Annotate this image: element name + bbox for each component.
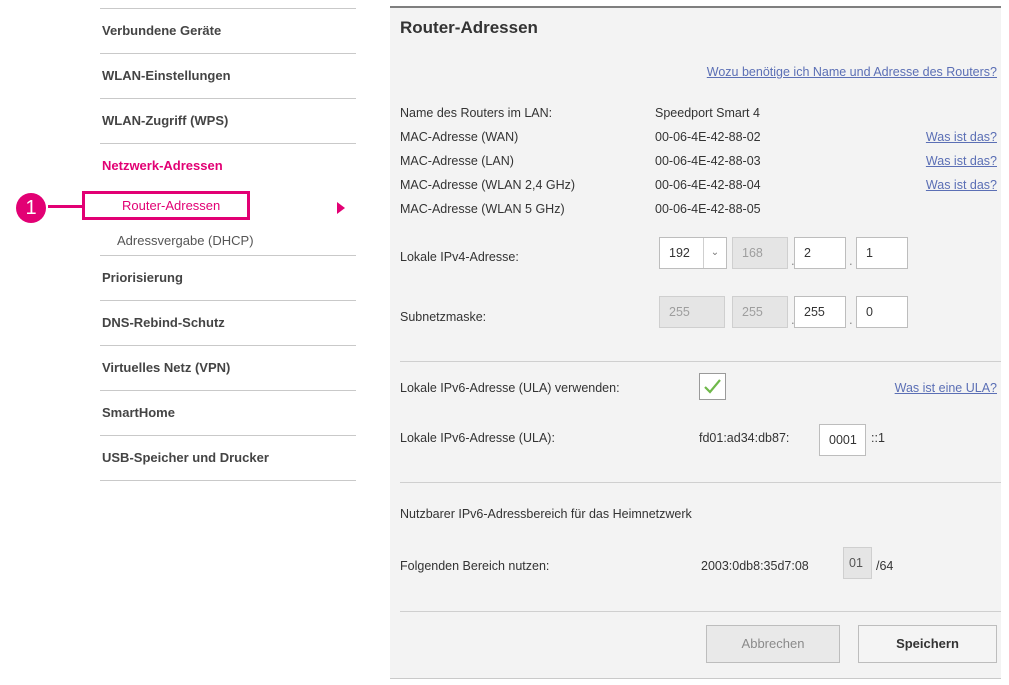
checkmark-icon xyxy=(704,379,721,394)
what-is-link-lan[interactable]: Was ist das? xyxy=(926,154,997,168)
sidebar-item-dns-rebind-schutz[interactable]: DNS-Rebind-Schutz xyxy=(100,300,356,345)
mac-wan-value: 00-06-4E-42-88-02 xyxy=(655,130,761,144)
what-is-link-wlan24[interactable]: Was ist das? xyxy=(926,178,997,192)
ipv4-octet-4-input[interactable]: 1 xyxy=(856,237,908,269)
ula-use-label: Lokale IPv6-Adresse (ULA) verwenden: xyxy=(400,381,620,395)
section-divider xyxy=(400,611,1001,612)
sidebar-subitem-router-adressen[interactable]: Router-Adressen xyxy=(116,195,220,217)
ipv4-octet-2-input: 168 xyxy=(732,237,788,269)
ipv6-range-heading: Nutzbarer IPv6-Adressbereich für das Hei… xyxy=(400,507,692,521)
sidebar-item-netzwerk-adressen[interactable]: Netzwerk-Adressen xyxy=(102,144,223,188)
what-is-ula-link[interactable]: Was ist eine ULA? xyxy=(895,381,997,395)
page-title: Router-Adressen xyxy=(400,18,538,37)
callout-connector xyxy=(48,205,82,208)
panel-bottom-rule xyxy=(390,678,1001,679)
range-suffix-text: /64 xyxy=(876,559,894,573)
range-prefix-text: 2003:0db8:35d7:08 xyxy=(701,559,809,573)
sidebar-item-vpn[interactable]: Virtuelles Netz (VPN) xyxy=(100,345,356,390)
ip-separator: . xyxy=(849,312,853,327)
mac-wlan5-label: MAC-Adresse (WLAN 5 GHz) xyxy=(400,202,565,216)
mac-wlan24-label: MAC-Adresse (WLAN 2,4 GHz) xyxy=(400,178,576,192)
ula-suffix-text: ::1 xyxy=(871,431,885,445)
ula-address-label: Lokale IPv6-Adresse (ULA): xyxy=(400,431,555,445)
subnet-label: Subnetzmaske: xyxy=(400,310,487,324)
mac-wlan5-value: 00-06-4E-42-88-05 xyxy=(655,202,761,216)
sidebar-item-smarthome[interactable]: SmartHome xyxy=(100,390,356,435)
mac-wlan24-value: 00-06-4E-42-88-04 xyxy=(655,178,761,192)
subnet-octet-2-input: 255 xyxy=(732,296,788,328)
ula-use-checkbox[interactable] xyxy=(699,373,726,400)
subnet-octet-1-input: 255 xyxy=(659,296,725,328)
ipv4-octet-3-input[interactable]: 2 xyxy=(794,237,846,269)
callout-number-badge: 1 xyxy=(16,193,46,223)
mac-wan-label: MAC-Adresse (WAN) xyxy=(400,130,519,144)
sidebar-item-usb-speicher[interactable]: USB-Speicher und Drucker xyxy=(100,435,356,481)
sidebar-subitem-dhcp[interactable]: Adressvergabe (DHCP) xyxy=(117,230,254,252)
panel-top-rule xyxy=(390,6,1001,8)
active-arrow-icon xyxy=(337,202,345,214)
sidebar-item-priorisierung[interactable]: Priorisierung xyxy=(100,255,356,300)
ula-subnet-input[interactable]: 0001 xyxy=(819,424,866,456)
what-is-link-wan[interactable]: Was ist das? xyxy=(926,130,997,144)
subnet-octet-3-input[interactable]: 255 xyxy=(794,296,846,328)
ipv4-label: Lokale IPv4-Adresse: xyxy=(400,250,519,264)
sidebar-item-wlan-zugriff-wps[interactable]: WLAN-Zugriff (WPS) xyxy=(100,98,356,143)
section-divider xyxy=(400,482,1001,483)
ip-separator: . xyxy=(849,253,853,268)
router-name-value: Speedport Smart 4 xyxy=(655,106,760,120)
cancel-button[interactable]: Abbrechen xyxy=(706,625,840,663)
ipv4-octet-1-select[interactable]: 192 ⌄ xyxy=(659,237,727,269)
range-subnet-input: 01 xyxy=(843,547,872,579)
chevron-down-icon: ⌄ xyxy=(703,238,726,268)
router-addresses-panel: Router-Adressen Wozu benötige ich Name u… xyxy=(390,6,1001,679)
mac-lan-value: 00-06-4E-42-88-03 xyxy=(655,154,761,168)
help-link-router-name[interactable]: Wozu benötige ich Name und Adresse des R… xyxy=(707,65,997,79)
router-name-label: Name des Routers im LAN: xyxy=(400,106,553,120)
range-use-label: Folgenden Bereich nutzen: xyxy=(400,559,550,573)
save-button[interactable]: Speichern xyxy=(858,625,997,663)
subnet-octet-4-input[interactable]: 0 xyxy=(856,296,908,328)
sidebar-item-wlan-einstellungen[interactable]: WLAN-Einstellungen xyxy=(100,53,356,98)
mac-lan-label: MAC-Adresse (LAN) xyxy=(400,154,514,168)
ula-prefix-text: fd01:ad34:db87: xyxy=(699,431,790,445)
section-divider xyxy=(400,361,1001,362)
sidebar-item-verbundene-geraete[interactable]: Verbundene Geräte xyxy=(100,8,356,53)
